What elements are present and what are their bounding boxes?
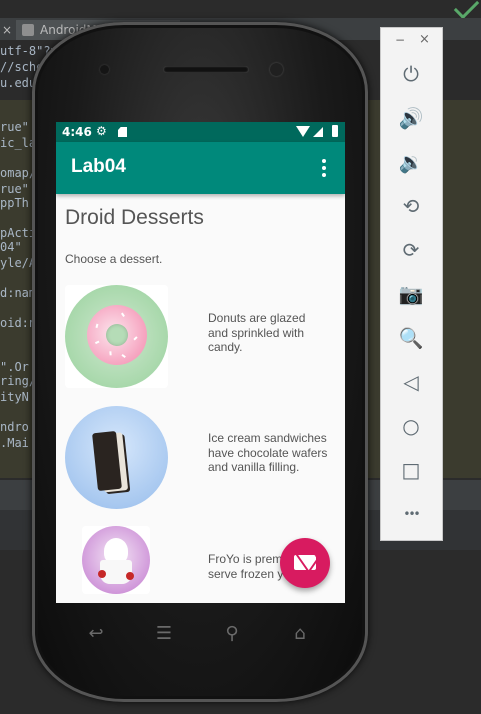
email-fab-button[interactable] [280, 538, 330, 588]
app-bar: Lab04 [56, 142, 345, 194]
back-key-icon[interactable]: ↩ [82, 622, 110, 646]
xml-file-icon [22, 24, 34, 36]
dessert-description: Donuts are glazed and sprinkled with can… [208, 311, 306, 354]
zoom-icon[interactable]: 🔍 [397, 324, 425, 352]
code-line: ".Or [0, 360, 29, 374]
dessert-description: Ice cream sandwiches have chocolate wafe… [208, 431, 328, 474]
screenshot-icon[interactable]: 📷 [397, 280, 425, 308]
settings-notification-icon: ⚙ [96, 124, 107, 138]
code-line: ndro [0, 420, 29, 434]
code-line: oid:n [0, 316, 37, 330]
overview-icon[interactable]: □ [397, 456, 425, 484]
code-line: ppTh [0, 196, 29, 210]
emulator-toolbar: − × ⏻ 🔊 🔉 ⟲ ⟳ 📷 🔍 ◁ ○ □ ••• [380, 27, 443, 541]
code-line: ring/ [0, 374, 37, 388]
emulator-titlebar: − × [381, 28, 444, 54]
rotate-left-icon[interactable]: ⟲ [397, 192, 425, 220]
close-button[interactable]: × [419, 32, 430, 47]
app-title: Lab04 [71, 156, 126, 177]
ice-cream-sandwich-image[interactable] [65, 406, 168, 509]
signal-icon [313, 127, 323, 137]
mail-icon [294, 555, 316, 570]
power-icon[interactable]: ⏻ [397, 60, 425, 88]
page-title: Droid Desserts [65, 206, 204, 229]
page-subtitle: Choose a dessert. [65, 252, 163, 266]
donut-image[interactable] [65, 285, 168, 388]
run-check-icon [453, 0, 480, 20]
wifi-icon [296, 126, 310, 137]
menu-key-icon[interactable]: ☰ [150, 622, 178, 646]
code-line: 04" [0, 240, 22, 254]
home-key-icon[interactable]: ⌂ [286, 622, 314, 646]
rotate-right-icon[interactable]: ⟳ [397, 236, 425, 264]
camera-icon [270, 63, 283, 76]
minimize-button[interactable]: − [395, 33, 405, 47]
device-screen: 4:46 ⚙ Lab04 Droid Desserts Choose a des… [56, 122, 345, 603]
tab-close-icon[interactable]: × [0, 20, 14, 40]
home-icon[interactable]: ○ [397, 412, 425, 440]
code-line: .Mai [0, 436, 29, 450]
battery-icon [332, 125, 338, 137]
search-key-icon[interactable]: ⚲ [218, 622, 246, 646]
status-time: 4:46 [62, 125, 92, 139]
volume-down-icon[interactable]: 🔉 [397, 148, 425, 176]
code-line: rue" [0, 120, 29, 134]
code-line: rue" [0, 182, 29, 196]
back-icon[interactable]: ◁ [397, 368, 425, 396]
hardware-softkeys: ↩ ☰ ⚲ ⌂ [82, 622, 322, 646]
sensor-icon [100, 65, 109, 74]
sd-card-icon [118, 127, 127, 137]
code-line: ityN [0, 390, 29, 404]
code-line: yle/A [0, 256, 37, 270]
more-icon[interactable]: ••• [397, 500, 425, 528]
status-bar: 4:46 ⚙ [56, 122, 345, 142]
overflow-menu-icon[interactable] [318, 157, 330, 179]
volume-up-icon[interactable]: 🔊 [397, 104, 425, 132]
code-line: ic_la [0, 136, 37, 150]
speaker-grille [163, 66, 249, 73]
code-line: pActi [0, 226, 37, 240]
code-line: d:nam [0, 286, 37, 300]
code-line: omap/ [0, 166, 37, 180]
froyo-image[interactable] [82, 526, 150, 594]
